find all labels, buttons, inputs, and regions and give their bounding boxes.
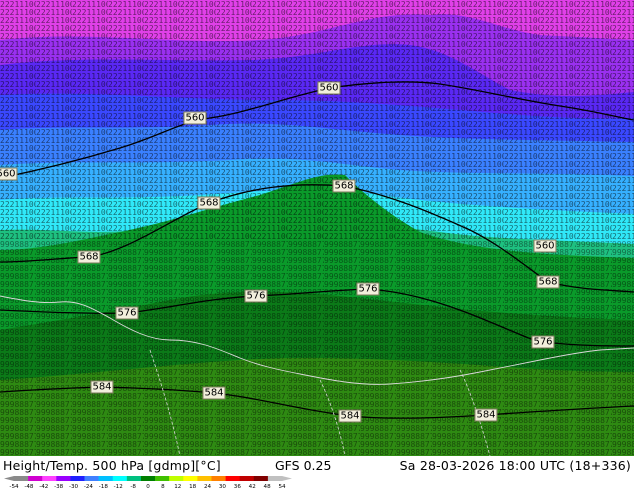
legend-tick-label: 18 xyxy=(189,484,197,489)
legend-tick-label: 48 xyxy=(264,484,272,489)
legend-swatch xyxy=(140,476,156,481)
legend-swatch xyxy=(155,476,170,481)
contour-label: 576 xyxy=(356,282,380,296)
legend-swatch xyxy=(42,476,57,481)
legend-swatch xyxy=(84,476,99,481)
legend-tick-label: 54 xyxy=(278,484,286,489)
legend-tick-label: 8 xyxy=(161,484,165,489)
contour-label: 576 xyxy=(244,289,268,303)
legend-swatch xyxy=(28,476,43,481)
legend-tick-label: 24 xyxy=(204,484,212,489)
legend-swatch xyxy=(211,476,226,481)
contour-label: 560 xyxy=(183,111,207,125)
digit-overlay-north xyxy=(0,0,634,240)
legend-swatch xyxy=(70,476,85,481)
contour-label: 568 xyxy=(77,250,101,264)
legend-swatch xyxy=(197,476,212,481)
legend-tick-label: -24 xyxy=(84,484,94,489)
legend-swatch xyxy=(126,476,142,481)
temperature-legend: -54 -48 -42 -38 -30 -24 -18 -12 -8 0 8 12 18 24 30 36 42… xyxy=(4,476,292,489)
legend-tick-label: -48 xyxy=(24,484,34,489)
legend-tick-label: -18 xyxy=(99,484,109,489)
legend-swatch xyxy=(169,476,184,481)
legend-swatch xyxy=(56,476,71,481)
contour-label: 584 xyxy=(90,380,114,394)
legend-swatch xyxy=(112,476,128,481)
contour-label: 584 xyxy=(202,386,226,400)
legend-tick-label: 30 xyxy=(219,484,227,489)
legend-tick-label: -8 xyxy=(130,484,136,489)
weather-map: 222111000 999888777 560 560 560 560 xyxy=(0,0,634,456)
legend-tick-label: -54 xyxy=(9,484,19,489)
legend-tick-label: 12 xyxy=(174,484,181,489)
legend-tick-label: -38 xyxy=(54,484,64,489)
legend-swatch xyxy=(14,476,29,481)
contour-label: 576 xyxy=(531,335,555,349)
model-name: GFS 0.25 xyxy=(275,458,332,473)
legend-tick-label: 0 xyxy=(146,484,150,489)
contour-label: 560 xyxy=(0,167,18,181)
legend-swatch xyxy=(183,476,198,481)
legend-swatch xyxy=(98,476,114,481)
legend-tick-label: -42 xyxy=(39,484,48,489)
contour-label: 584 xyxy=(338,409,362,423)
contour-label: 584 xyxy=(474,408,498,422)
legend-swatch xyxy=(267,476,283,481)
legend-swatch xyxy=(239,476,255,481)
contour-label: 568 xyxy=(332,179,356,193)
contour-label: 568 xyxy=(536,275,560,289)
contour-label: 576 xyxy=(115,306,139,320)
legend-swatch xyxy=(253,476,269,481)
legend-tick-label: 36 xyxy=(234,484,242,489)
product-title: Height/Temp. 500 hPa [gdmp][°C] xyxy=(3,458,221,473)
legend-swatch xyxy=(225,476,240,481)
contour-label: 560 xyxy=(317,81,341,95)
legend-tick-label: -30 xyxy=(69,484,79,489)
legend-tick-label: 42 xyxy=(249,484,256,489)
contour-label: 568 xyxy=(197,196,221,210)
valid-time: Sa 28-03-2026 18:00 UTC (18+336) xyxy=(399,458,631,473)
contour-label: 560 xyxy=(533,239,557,253)
map-footer: Height/Temp. 500 hPa [gdmp][°C] GFS 0.25… xyxy=(0,456,634,490)
legend-arrow-left xyxy=(4,476,14,481)
legend-arrow-right xyxy=(282,476,292,481)
legend-tick-label: -12 xyxy=(114,484,123,489)
